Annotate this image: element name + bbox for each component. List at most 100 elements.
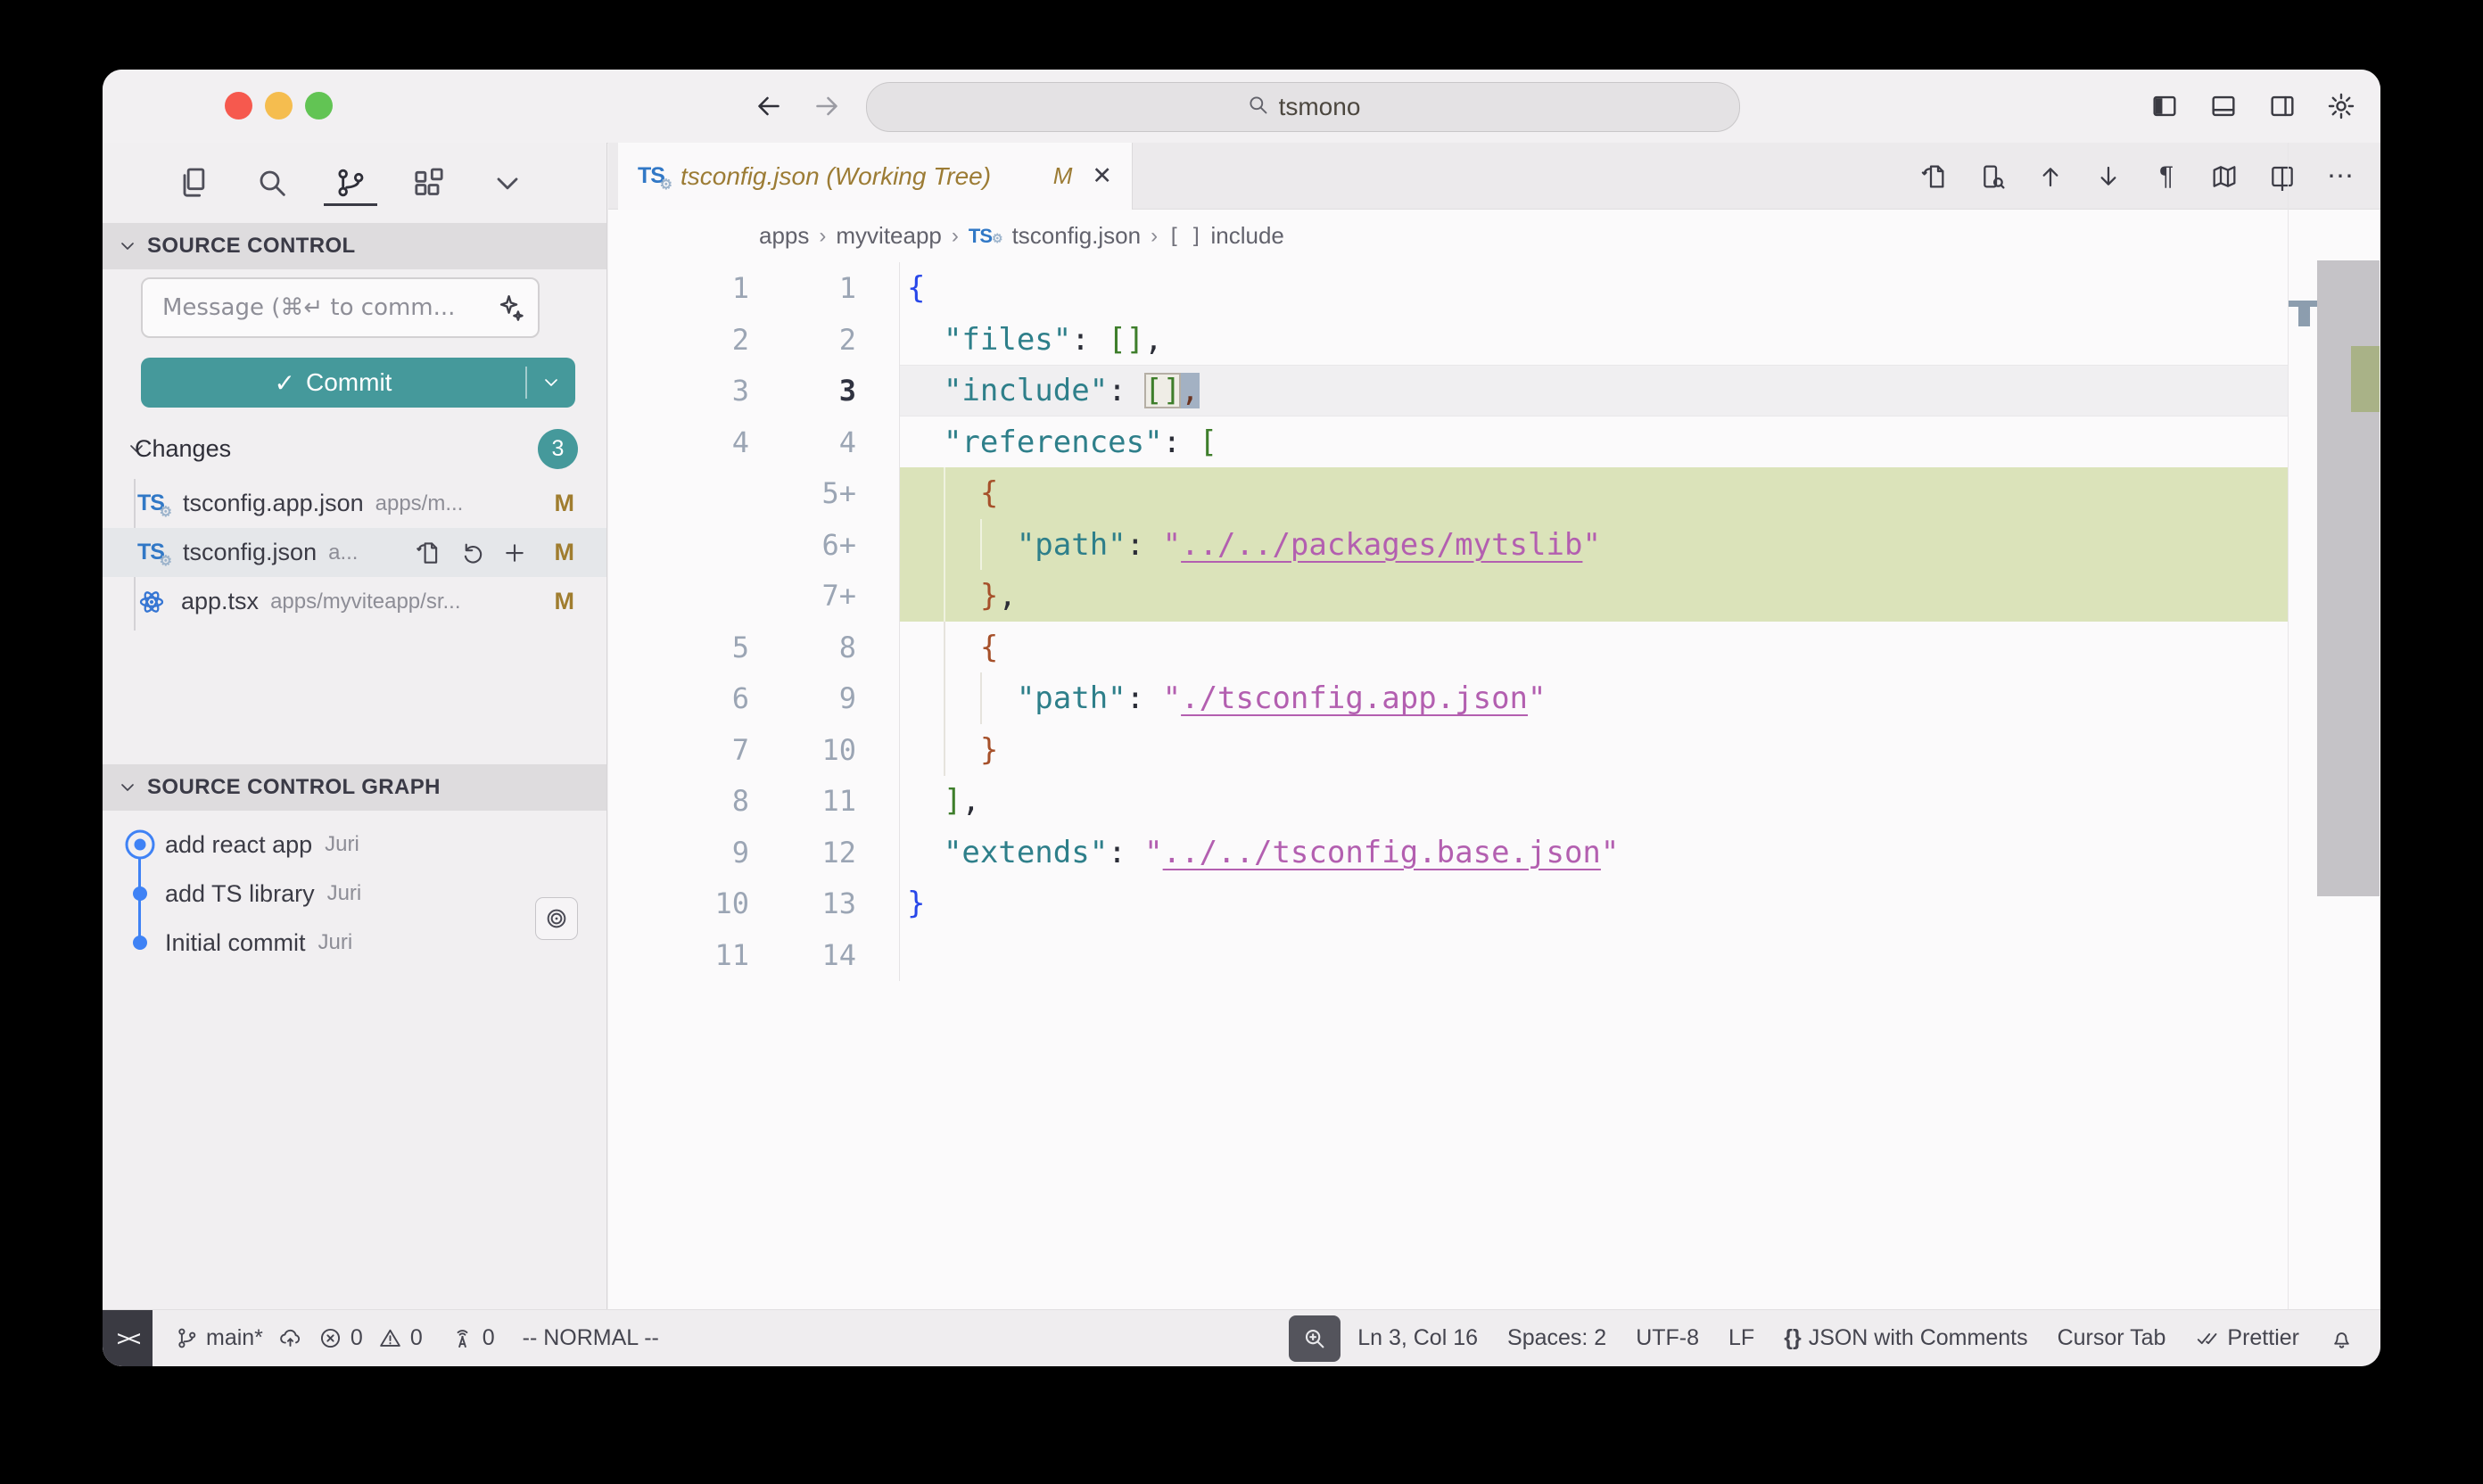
status-item-LF[interactable]: LF bbox=[1728, 1325, 1754, 1351]
status-item-UTF-8[interactable]: UTF-8 bbox=[1636, 1325, 1699, 1351]
selection-marker bbox=[2298, 307, 2310, 326]
toggle-whitespace-icon[interactable]: ¶ bbox=[2151, 161, 2182, 192]
status-item-cloud-upload[interactable] bbox=[278, 1326, 303, 1351]
layout-sidebar-right-icon[interactable] bbox=[2266, 90, 2298, 122]
commit-label: Commit bbox=[306, 368, 392, 397]
next-change-icon[interactable] bbox=[2093, 161, 2124, 192]
commit-row[interactable]: add react appJuri bbox=[103, 820, 606, 869]
open-changes-icon[interactable] bbox=[1919, 161, 1950, 192]
status-label: 0 bbox=[410, 1325, 423, 1351]
activity-extensions-icon[interactable] bbox=[409, 158, 449, 208]
status-item-0[interactable]: 0 bbox=[318, 1325, 363, 1351]
traffic-light-zoom[interactable] bbox=[305, 92, 333, 120]
activity-explorer-icon[interactable] bbox=[174, 158, 213, 208]
commit-dropdown-button[interactable] bbox=[527, 358, 575, 408]
source-control-section-header[interactable]: SOURCE CONTROL bbox=[103, 223, 606, 269]
status-item-bell[interactable] bbox=[2329, 1326, 2354, 1351]
changes-header[interactable]: Changes 3 bbox=[103, 429, 606, 468]
forward-arrow-icon[interactable] bbox=[806, 86, 847, 127]
status-item-Prettier[interactable]: Prettier bbox=[2195, 1325, 2299, 1351]
activity-search-icon[interactable] bbox=[252, 158, 292, 208]
commit-button[interactable]: ✓ Commit bbox=[141, 358, 575, 408]
breadcrumb-item-tsconfig.json[interactable]: tsconfig.json bbox=[1012, 222, 1142, 250]
stage-changes-icon[interactable] bbox=[501, 540, 528, 566]
commit-row[interactable]: Initial commitJuri bbox=[103, 919, 606, 967]
remote-indicator[interactable]: >< bbox=[103, 1310, 153, 1367]
code-line-7[interactable]: 7+ }, bbox=[608, 570, 2288, 622]
code-line-11[interactable]: 811 ], bbox=[608, 775, 2288, 827]
previous-change-icon[interactable] bbox=[2035, 161, 2066, 192]
code-line-14[interactable]: 1114 bbox=[608, 929, 2288, 981]
commit-message-input[interactable]: Message (⌘↵ to comm... bbox=[141, 277, 540, 338]
activity-bar bbox=[103, 143, 678, 223]
token bbox=[907, 680, 1017, 716]
file-row-tsconfig.app.json[interactable]: TS⚙tsconfig.app.jsonapps/m...M bbox=[103, 479, 606, 528]
breadcrumb-item-include[interactable]: include bbox=[1210, 222, 1283, 250]
status-item--- NORMAL --[interactable]: -- NORMAL -- bbox=[523, 1325, 659, 1351]
zoom-button[interactable] bbox=[1289, 1315, 1340, 1362]
check-icon: ✓ bbox=[275, 368, 295, 398]
old-line-number: 11 bbox=[608, 929, 749, 981]
status-item-Spaces: 2[interactable]: Spaces: 2 bbox=[1507, 1325, 1606, 1351]
settings-gear-icon[interactable] bbox=[2325, 90, 2357, 122]
token: ../../packages/mytslib bbox=[1181, 527, 1582, 563]
code-line-6[interactable]: 6+ "path": "../../packages/mytslib" bbox=[608, 519, 2288, 571]
code-line-1[interactable]: 11{ bbox=[608, 262, 2288, 314]
close-icon[interactable]: ✕ bbox=[1092, 162, 1112, 190]
line-background bbox=[900, 570, 2288, 622]
code-line-8[interactable]: 58 { bbox=[608, 622, 2288, 673]
code-line-4[interactable]: 44 "references": [ bbox=[608, 416, 2288, 468]
toggle-map-icon[interactable] bbox=[2209, 161, 2240, 192]
split-editor-icon[interactable] bbox=[2267, 161, 2297, 192]
status-item-0[interactable]: 0 bbox=[378, 1325, 423, 1351]
status-label: -- NORMAL -- bbox=[523, 1325, 659, 1351]
code-line-9[interactable]: 69 "path": "./tsconfig.app.json" bbox=[608, 672, 2288, 724]
new-line-number: 7+ bbox=[758, 570, 856, 622]
code-line-5[interactable]: 5+ { bbox=[608, 467, 2288, 519]
activity-source-control-icon[interactable] bbox=[331, 158, 370, 208]
layout-panel-icon[interactable] bbox=[2207, 90, 2240, 122]
activity-more-chevron-icon[interactable] bbox=[488, 158, 527, 208]
code-line-2[interactable]: 22 "files": [], bbox=[608, 314, 2288, 366]
file-row-tsconfig.json[interactable]: TS⚙tsconfig.jsona...M bbox=[103, 528, 606, 577]
file-row-app.tsx[interactable]: app.tsxapps/myviteapp/sr...M bbox=[103, 577, 606, 626]
commit-button-main[interactable]: ✓ Commit bbox=[141, 358, 525, 408]
code-line-3[interactable]: 33 "include": [], bbox=[608, 365, 2288, 416]
status-item-main*[interactable]: main* bbox=[174, 1325, 263, 1351]
token bbox=[907, 527, 1017, 563]
chevron-down-icon bbox=[117, 235, 138, 257]
goto-target-button[interactable] bbox=[535, 897, 578, 940]
breadcrumb-item-apps[interactable]: apps bbox=[759, 222, 809, 250]
commit-row[interactable]: add TS libraryJuri bbox=[103, 870, 606, 918]
code-area[interactable]: 11{22 "files": [],33 "include": [],44 "r… bbox=[608, 262, 2288, 981]
sparkle-icon[interactable] bbox=[495, 293, 525, 323]
status-item-JSON with Comments[interactable]: {}JSON with Comments bbox=[1784, 1325, 2027, 1351]
code-line-10[interactable]: 710 } bbox=[608, 724, 2288, 776]
token: } bbox=[907, 886, 925, 921]
layout-sidebar-left-icon[interactable] bbox=[2149, 90, 2181, 122]
breadcrumb-item-myviteapp[interactable]: myviteapp bbox=[836, 222, 942, 250]
chevron-down-icon bbox=[117, 777, 138, 798]
file-path: apps/m... bbox=[375, 491, 464, 516]
token: , bbox=[998, 578, 1016, 614]
more-actions-icon[interactable]: ⋯ bbox=[2325, 161, 2355, 192]
source-control-graph-header[interactable]: SOURCE CONTROL GRAPH bbox=[103, 764, 606, 811]
token: } bbox=[980, 578, 998, 614]
tab-tsconfig-working-tree[interactable]: TS⚙ tsconfig.json (Working Tree) M ✕ bbox=[618, 143, 1133, 210]
code-line-12[interactable]: 912 "extends": "../../tsconfig.base.json… bbox=[608, 827, 2288, 878]
status-item-0[interactable]: 0 bbox=[450, 1325, 495, 1351]
inline-view-icon[interactable] bbox=[1977, 161, 2008, 192]
token: , bbox=[1181, 373, 1199, 408]
command-center-search[interactable]: tsmono bbox=[866, 82, 1740, 132]
back-arrow-icon[interactable] bbox=[748, 86, 789, 127]
new-line-number: 10 bbox=[758, 724, 856, 776]
traffic-light-minimize[interactable] bbox=[265, 92, 293, 120]
warning-icon bbox=[378, 1326, 403, 1351]
status-bar: >< main*000-- NORMAL -- Ln 3, Col 16Spac… bbox=[103, 1309, 2380, 1366]
traffic-light-close[interactable] bbox=[225, 92, 252, 120]
code-line-13[interactable]: 1013} bbox=[608, 878, 2288, 929]
status-item-Cursor Tab[interactable]: Cursor Tab bbox=[2058, 1325, 2166, 1351]
status-item-Ln 3, Col 16[interactable]: Ln 3, Col 16 bbox=[1357, 1325, 1478, 1351]
discard-changes-icon[interactable] bbox=[458, 540, 485, 566]
open-file-icon[interactable] bbox=[416, 540, 442, 566]
